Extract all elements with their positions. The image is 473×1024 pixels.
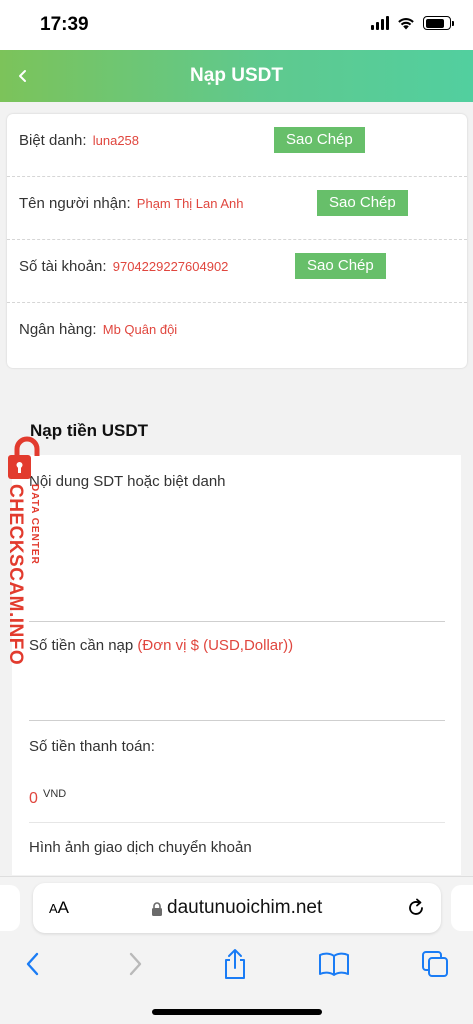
copy-recipient-button[interactable]: Sao Chép (317, 190, 408, 216)
status-bar: 17:39 (0, 0, 473, 50)
nickname-value: luna258 (92, 133, 140, 148)
battery-icon (423, 16, 454, 30)
tabs-button[interactable] (418, 947, 452, 981)
url-text: dautunuoichim.net (167, 897, 323, 918)
status-icons (371, 16, 454, 30)
info-row-nickname: Biệt danh: luna258 Sao Chép (7, 114, 467, 177)
app-header: Nạp USDT (0, 50, 473, 102)
image-label: Hình ảnh giao dịch chuyển khoản (29, 839, 252, 856)
next-tab-preview[interactable] (451, 885, 473, 931)
reader-settings-button[interactable]: AA (49, 898, 69, 918)
wifi-icon (398, 18, 414, 30)
amount-input[interactable] (29, 665, 445, 717)
browser-back-button[interactable] (16, 947, 50, 981)
home-indicator (152, 1009, 322, 1015)
content-input[interactable] (29, 499, 445, 619)
info-row-recipient: Tên người nhận: Phạm Thị Lan Anh Sao Ché… (7, 177, 467, 240)
lock-icon (152, 902, 162, 916)
status-time: 17:39 (40, 14, 89, 35)
bank-label: Ngân hàng: Mb Quân đội (19, 321, 178, 338)
account-label: Số tài khoản: 9704229227604902 (19, 258, 229, 275)
browser-bar: AA dautunuoichim.net (0, 876, 473, 1024)
bookmarks-button[interactable] (317, 947, 351, 981)
chevron-left-icon (26, 952, 39, 976)
copy-account-button[interactable]: Sao Chép (295, 253, 386, 279)
amount-underline (29, 720, 445, 721)
previous-tab-preview[interactable] (0, 885, 20, 931)
deposit-form: Nội dung SDT hoặc biệt danh Số tiền cần … (12, 455, 461, 875)
amount-hint: (Đơn vị $ (USD,Dollar)) (137, 637, 294, 654)
safari-toolbar (0, 941, 473, 985)
content-label: Nội dung SDT hoặc biệt danh (29, 473, 226, 490)
copy-nickname-button[interactable]: Sao Chép (274, 127, 365, 153)
recipient-label: Tên người nhận: Phạm Thị Lan Anh (19, 195, 244, 212)
content-underline (29, 621, 445, 622)
tabs-icon (422, 951, 448, 977)
recipient-value: Phạm Thị Lan Anh (136, 196, 244, 211)
payment-value: 0 (29, 790, 38, 807)
payment-unit: VND (43, 788, 67, 800)
payment-label: Số tiền thanh toán: (29, 738, 155, 755)
form-title: Nạp tiền USDT (30, 421, 149, 440)
browser-forward-button[interactable] (118, 947, 152, 981)
amount-label: Số tiền cần nạp (Đơn vị $ (USD,Dollar)) (29, 637, 294, 654)
book-icon (319, 952, 349, 976)
share-button[interactable] (218, 947, 252, 981)
page-title: Nạp USDT (190, 65, 283, 86)
info-row-account: Số tài khoản: 9704229227604902 Sao Chép (7, 240, 467, 303)
account-value: 9704229227604902 (112, 259, 229, 274)
recipient-info-card: Biệt danh: luna258 Sao Chép Tên người nh… (7, 114, 467, 368)
address-bar[interactable]: AA dautunuoichim.net (33, 883, 441, 933)
reload-icon[interactable] (405, 897, 427, 919)
share-icon (225, 949, 245, 979)
info-row-bank: Ngân hàng: Mb Quân đội (7, 303, 467, 366)
cellular-signal-icon (371, 16, 389, 30)
bank-value: Mb Quân đội (102, 322, 178, 337)
divider (29, 822, 445, 823)
chevron-right-icon (129, 952, 142, 976)
nickname-label: Biệt danh: luna258 (19, 132, 140, 149)
